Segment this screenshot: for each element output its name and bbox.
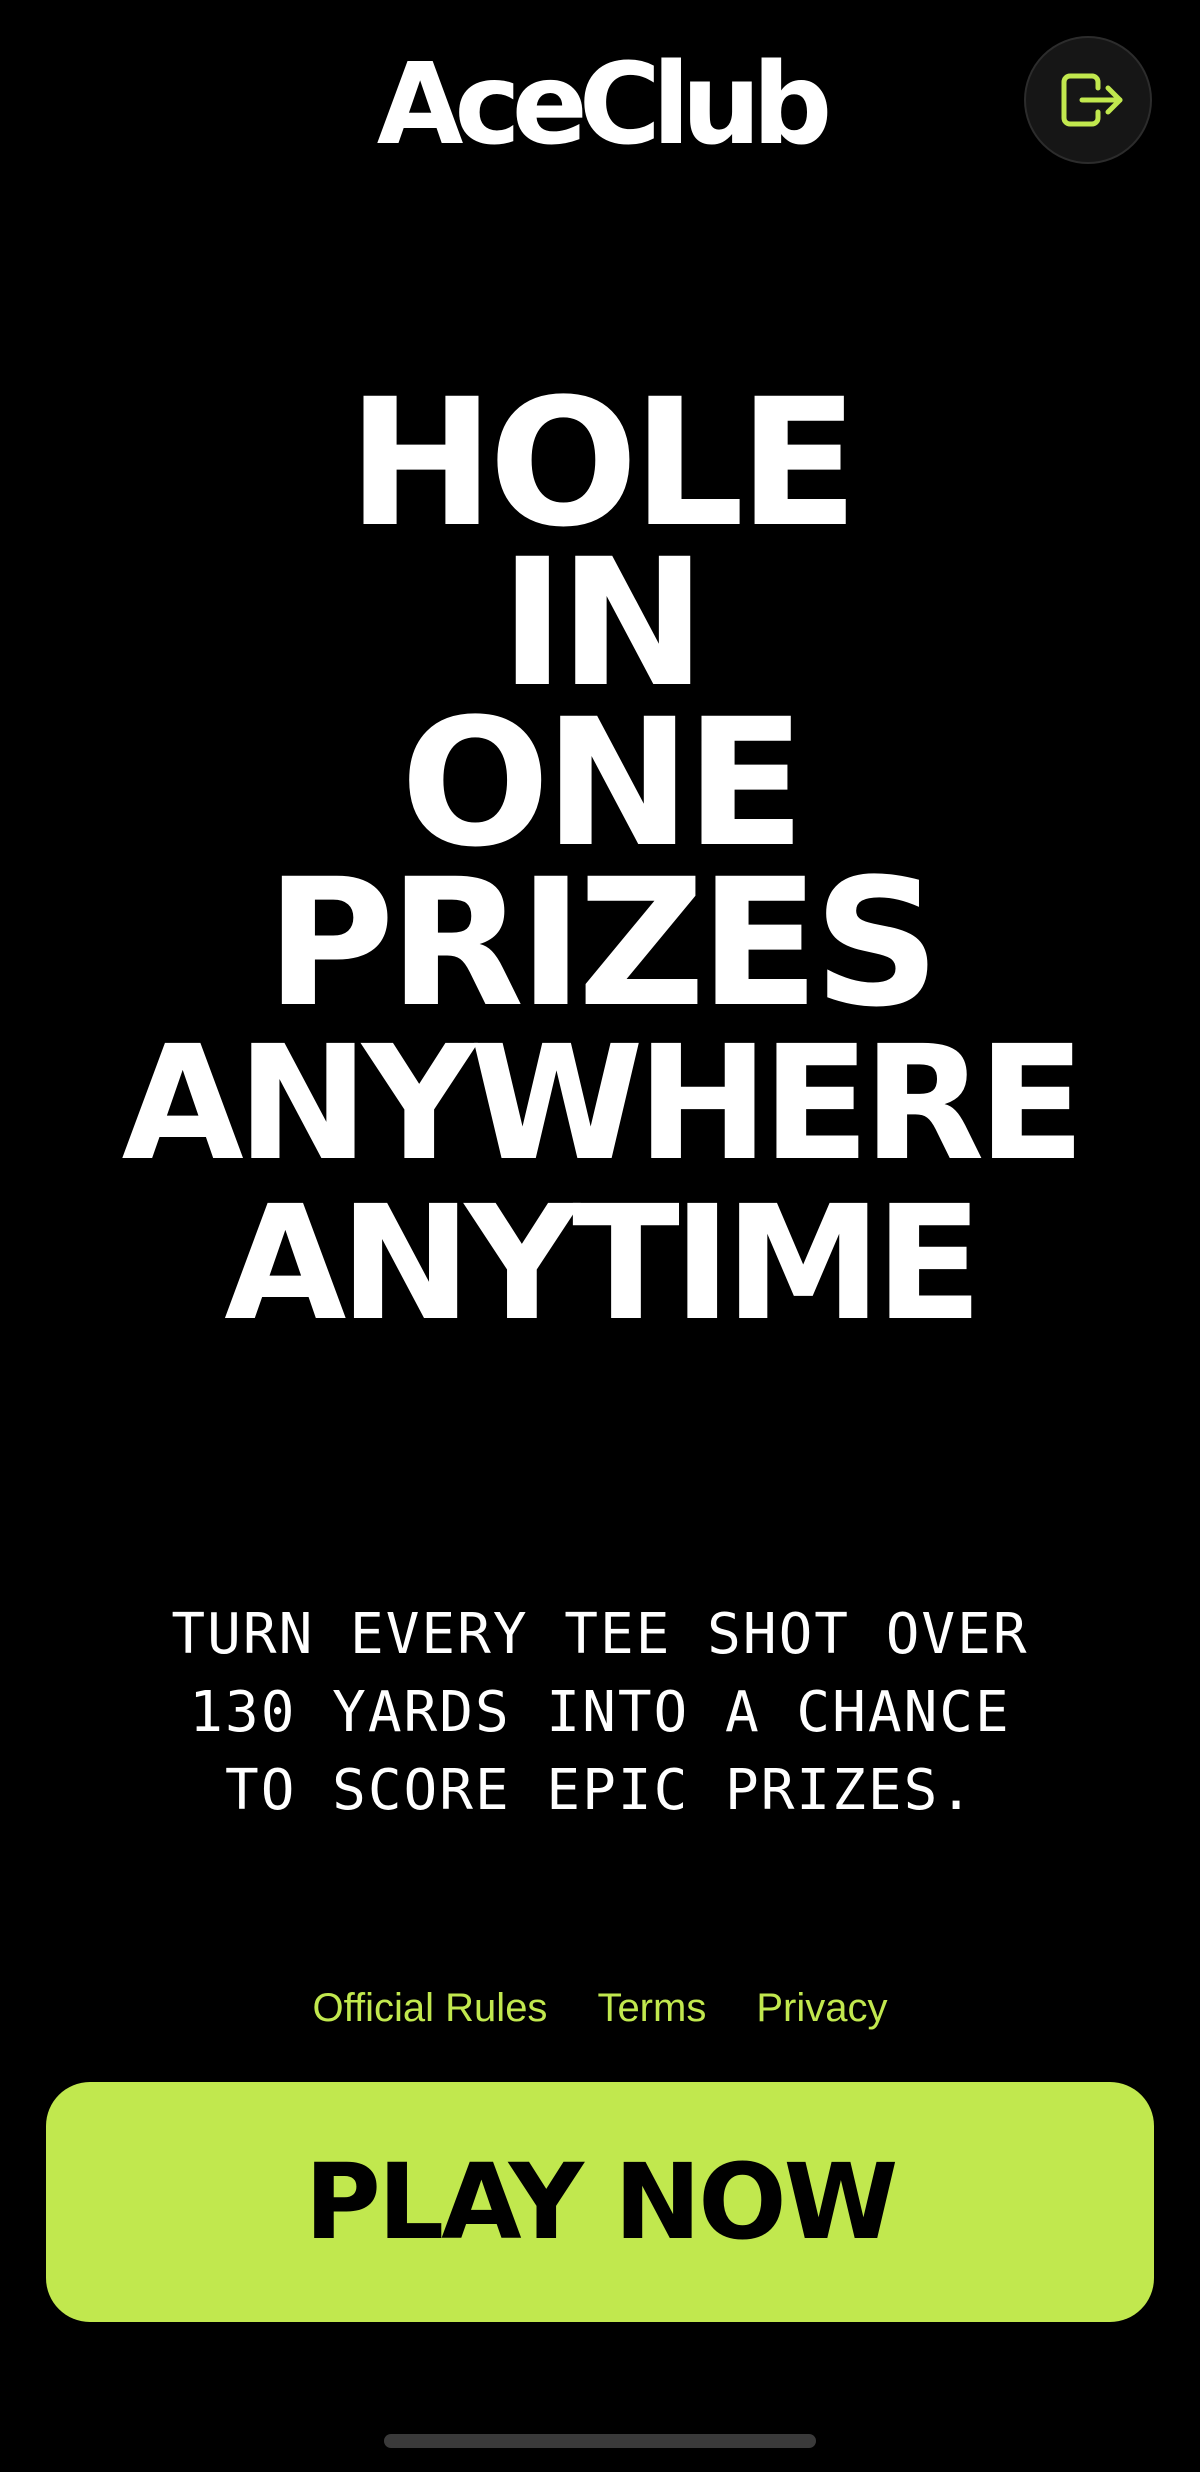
home-indicator: [384, 2434, 816, 2448]
subtitle-line: TO SCORE EPIC PRIZES.: [224, 1758, 975, 1823]
hero-headline: HOLE IN ONE PRIZES ANYWHERE ANYTIME: [0, 361, 1200, 1356]
headline-line: HOLE: [347, 361, 858, 566]
subtitle-line: TURN EVERY TEE SHOT OVER: [171, 1602, 1029, 1667]
terms-link[interactable]: Terms: [597, 1978, 706, 2038]
subtitle: TURN EVERY TEE SHOT OVER 130 YARDS INTO …: [0, 1596, 1200, 1830]
app-logo: AceClub: [376, 40, 833, 170]
headline-line: ANYWHERE: [121, 1012, 1086, 1196]
headline-line: PRIZES: [265, 841, 941, 1046]
subtitle-line: 130 YARDS INTO A CHANCE: [189, 1680, 1011, 1745]
play-now-button[interactable]: PLAY NOW: [46, 2082, 1154, 2322]
privacy-link[interactable]: Privacy: [756, 1978, 887, 2038]
legal-links: Official Rules Terms Privacy: [0, 1978, 1200, 2038]
headline-line: ANYTIME: [224, 1172, 983, 1356]
headline-line: ONE: [400, 681, 805, 886]
exit-arrow-icon: [1048, 60, 1128, 140]
exit-button[interactable]: [1024, 36, 1152, 164]
official-rules-link[interactable]: Official Rules: [313, 1978, 548, 2038]
headline-line: IN: [499, 521, 707, 726]
